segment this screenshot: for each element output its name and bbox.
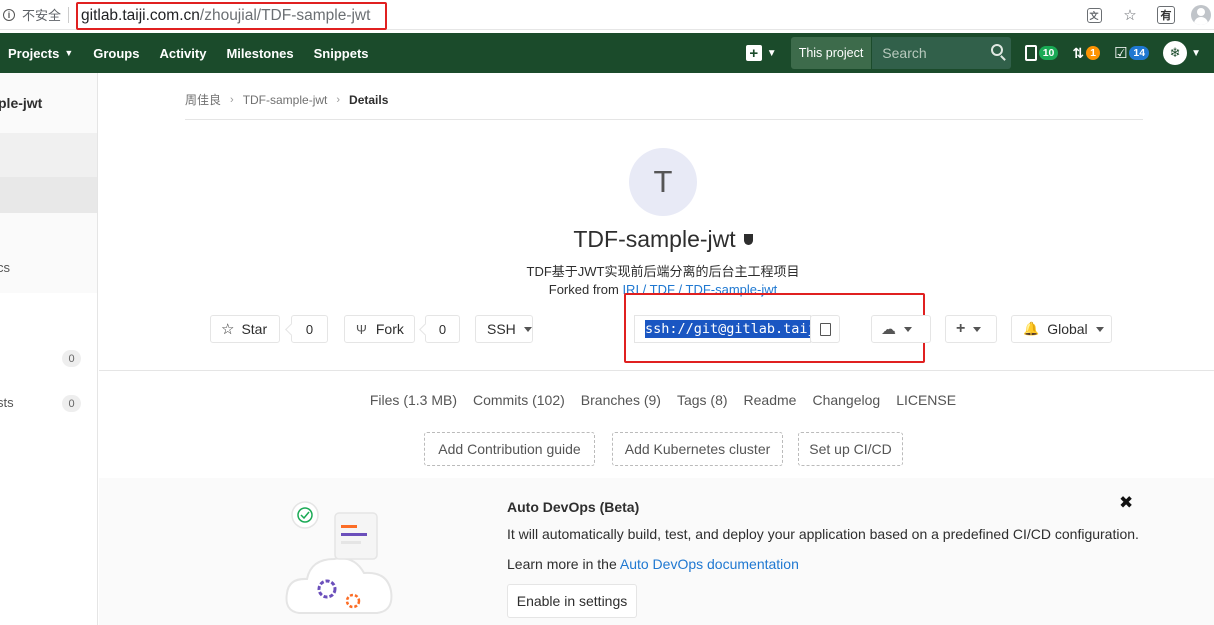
star-icon: ☆	[221, 321, 235, 338]
project-sidebar: ple-jwt cs 0 sts 0	[0, 73, 98, 625]
project-description: TDF基于JWT实现前后端分离的后台主工程项目	[526, 264, 800, 279]
divider	[185, 119, 1143, 120]
stat-tags[interactable]: Tags (8)	[677, 392, 728, 408]
auto-devops-banner: Auto DevOps (Beta) It will automatically…	[99, 478, 1214, 625]
add-dropdown[interactable]: +	[945, 315, 997, 343]
stat-license[interactable]: LICENSE	[896, 392, 956, 408]
nav-groups[interactable]: Groups	[93, 46, 139, 61]
chevron-down-icon: ▼	[1191, 47, 1201, 59]
browser-address-bar: i 不安全 gitlab.taiji.com.cn/zhoujial/TDF-s…	[0, 0, 1214, 30]
add-kubernetes-cluster-button[interactable]: Add Kubernetes cluster	[612, 432, 783, 466]
merge-requests-counter[interactable]: ⇅ 1	[1072, 45, 1100, 62]
nav-snippets[interactable]: Snippets	[314, 46, 369, 61]
stat-changelog[interactable]: Changelog	[812, 392, 880, 408]
chevron-right-icon: ›	[230, 93, 234, 106]
fork-button[interactable]: Ψ Fork	[344, 315, 415, 343]
auto-devops-doc-link[interactable]: Auto DevOps documentation	[620, 556, 799, 572]
breadcrumb-owner[interactable]: 周佳良	[185, 91, 221, 108]
stat-readme[interactable]: Readme	[744, 392, 797, 408]
notification-dropdown[interactable]: 🔔 Global	[1011, 315, 1112, 343]
merge-request-icon: ⇅	[1072, 44, 1085, 61]
url-host: gitlab.taiji.com.cn	[81, 7, 200, 24]
project-stats-bar: Files (1.3 MB) Commits (102) Branches (9…	[99, 392, 1214, 408]
nav-milestones[interactable]: Milestones	[226, 46, 293, 61]
plus-icon: +	[956, 320, 966, 337]
star-count[interactable]: 0	[291, 315, 328, 343]
search-box[interactable]: This project Search	[790, 37, 1011, 69]
sidebar-item-merge-requests-label[interactable]: sts	[0, 395, 14, 410]
fork-count[interactable]: 0	[425, 315, 460, 343]
reading-mode-icon[interactable]: 有	[1155, 4, 1177, 26]
plus-icon: +	[745, 45, 762, 61]
info-icon[interactable]: i	[3, 8, 15, 21]
download-dropdown[interactable]: ☁	[871, 315, 931, 343]
issues-badge: 10	[1038, 46, 1059, 60]
new-item-button[interactable]: + ▼	[745, 45, 777, 61]
auto-devops-description: It will automatically build, test, and d…	[507, 526, 1139, 542]
bell-icon: 🔔	[1023, 321, 1040, 336]
clone-protocol-dropdown[interactable]: SSH	[475, 315, 533, 343]
chevron-down-icon: ▼	[766, 47, 777, 59]
avatar: ❄	[1163, 41, 1188, 65]
url-field[interactable]: gitlab.taiji.com.cn/zhoujial/TDF-sample-…	[76, 2, 387, 30]
todos-badge: 14	[1129, 46, 1150, 60]
bookmark-star-icon[interactable]: ☆	[1119, 4, 1141, 26]
todo-check-icon: ☑	[1113, 45, 1128, 62]
url-separator	[68, 6, 70, 23]
search-icon	[990, 44, 1003, 56]
sidebar-item-details[interactable]	[0, 177, 97, 213]
add-contribution-guide-button[interactable]: Add Contribution guide	[424, 432, 595, 466]
breadcrumb: 周佳良 › TDF-sample-jwt › Details	[185, 91, 388, 108]
sidebar-item-analytics-label[interactable]: cs	[0, 260, 10, 275]
issues-counter[interactable]: 10	[1024, 45, 1059, 61]
chevron-right-icon: ›	[336, 93, 341, 106]
translate-icon[interactable]: 文	[1083, 4, 1105, 26]
insecure-label[interactable]: 不安全	[22, 5, 61, 24]
auto-devops-learn-more: Learn more in the Auto DevOps documentat…	[507, 556, 799, 572]
chevron-down-icon: ▼	[64, 48, 74, 58]
gitlab-navbar: Projects ▼ Groups Activity Milestones Sni…	[0, 33, 1214, 73]
enable-in-settings-button[interactable]: Enable in settings	[507, 584, 637, 618]
auto-devops-illustration	[285, 501, 393, 614]
stat-files[interactable]: Files (1.3 MB)	[370, 392, 457, 408]
search-scope-chip[interactable]: This project	[790, 37, 873, 69]
sidebar-project-name[interactable]: ple-jwt	[0, 95, 42, 111]
user-menu[interactable]: ❄ ▼	[1163, 41, 1201, 65]
browser-profile-icon[interactable]	[1191, 5, 1211, 25]
nav-projects[interactable]: Projects ▼	[8, 46, 73, 61]
star-button[interactable]: ☆ Star	[210, 315, 280, 343]
merge-requests-badge: 1	[1086, 46, 1100, 60]
visibility-shield-icon	[743, 234, 753, 246]
search-input[interactable]: Search	[872, 37, 1011, 69]
divider	[99, 370, 1214, 371]
page-title: TDF-sample-jwt	[99, 226, 1214, 253]
caret-down-icon	[973, 326, 982, 332]
issues-icon	[1024, 45, 1037, 61]
fork-icon: Ψ	[356, 321, 367, 337]
setup-ci-cd-button[interactable]: Set up CI/CD	[798, 432, 903, 466]
stat-commits[interactable]: Commits (102)	[473, 392, 565, 408]
auto-devops-title: Auto DevOps (Beta)	[507, 499, 640, 515]
caret-down-icon	[1095, 326, 1104, 332]
caret-down-icon	[904, 326, 912, 332]
breadcrumb-current[interactable]: Details	[349, 93, 388, 107]
nav-activity[interactable]: Activity	[159, 46, 206, 61]
stat-branches[interactable]: Branches (9)	[581, 392, 661, 408]
sidebar-merge-requests-count: 0	[62, 395, 81, 412]
todos-counter[interactable]: ☑ 14	[1113, 44, 1150, 62]
project-avatar: T	[629, 148, 697, 216]
breadcrumb-project[interactable]: TDF-sample-jwt	[243, 93, 328, 107]
sidebar-lower: 0 sts 0	[0, 293, 97, 625]
sidebar-item-project[interactable]	[0, 133, 97, 177]
url-path: /zhoujial/TDF-sample-jwt	[199, 7, 371, 24]
cloud-download-icon: ☁	[881, 321, 896, 338]
sidebar-issues-count: 0	[62, 350, 81, 367]
main-content: 周佳良 › TDF-sample-jwt › Details T TDF-sam…	[99, 73, 1214, 625]
close-icon[interactable]: ✖	[1119, 493, 1133, 513]
caret-down-icon	[523, 326, 532, 332]
